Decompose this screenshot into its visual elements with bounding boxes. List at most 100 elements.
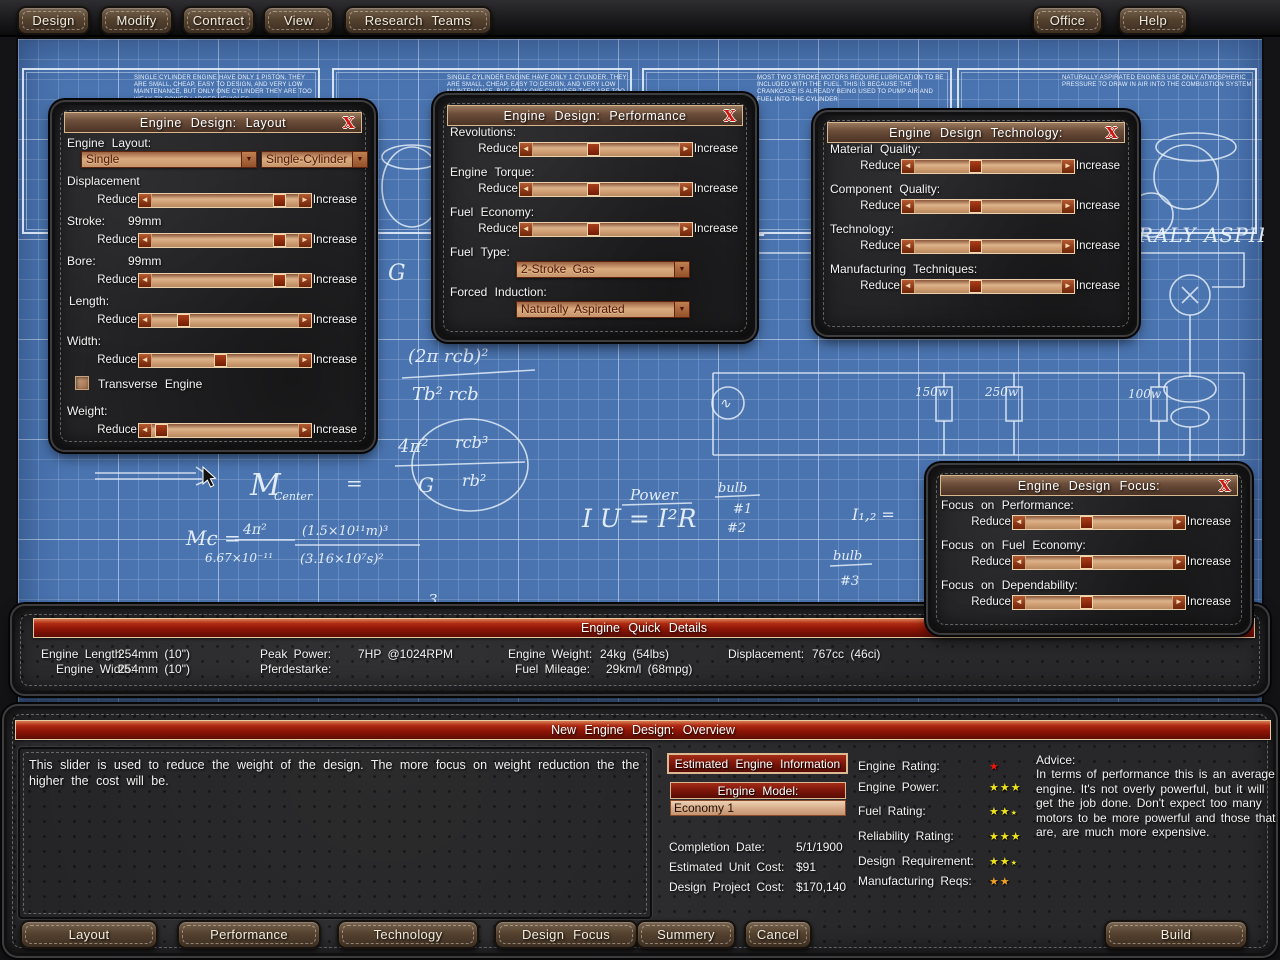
left-arrow-icon[interactable]: ◄ xyxy=(902,240,915,253)
left-arrow-icon[interactable]: ◄ xyxy=(520,183,533,196)
menu-button-help[interactable]: Help xyxy=(1118,6,1188,35)
width-slider[interactable]: Reduce ◄► Increase xyxy=(97,352,357,368)
menu-button-view[interactable]: View xyxy=(263,6,334,35)
slider-track[interactable] xyxy=(152,314,298,327)
slider-track[interactable] xyxy=(152,274,298,287)
slider-body[interactable]: ◄► xyxy=(1012,515,1186,530)
slider-body[interactable]: ◄► xyxy=(138,353,312,368)
slider-thumb[interactable] xyxy=(273,274,286,287)
close-icon[interactable]: X xyxy=(721,107,739,125)
slider-track[interactable] xyxy=(915,240,1061,253)
slider-track[interactable] xyxy=(152,424,298,437)
slider-body[interactable]: ◄► xyxy=(519,142,693,157)
left-arrow-icon[interactable]: ◄ xyxy=(1013,596,1026,609)
left-arrow-icon[interactable]: ◄ xyxy=(520,143,533,156)
footer-button-cancel[interactable]: Cancel xyxy=(744,920,812,949)
right-arrow-icon[interactable]: ► xyxy=(1061,160,1074,173)
slider-thumb[interactable] xyxy=(273,194,286,207)
stroke-slider[interactable]: Reduce ◄► Increase xyxy=(97,232,357,248)
right-arrow-icon[interactable]: ► xyxy=(298,194,311,207)
slider-body[interactable]: ◄► xyxy=(1012,555,1186,570)
right-arrow-icon[interactable]: ► xyxy=(679,143,692,156)
slider-thumb[interactable] xyxy=(1080,516,1093,529)
right-arrow-icon[interactable]: ► xyxy=(1172,516,1185,529)
slider-thumb[interactable] xyxy=(969,240,982,253)
slider-body[interactable]: ◄► xyxy=(138,233,312,248)
transverse-engine-checkbox[interactable] xyxy=(75,376,89,390)
slider-thumb[interactable] xyxy=(214,354,227,367)
chevron-down-icon[interactable]: ▼ xyxy=(674,302,689,317)
close-icon[interactable]: X xyxy=(1216,477,1234,495)
slider-body[interactable]: ◄► xyxy=(138,423,312,438)
slider-thumb[interactable] xyxy=(155,424,168,437)
slider-track[interactable] xyxy=(152,354,298,367)
engine-model-input[interactable] xyxy=(670,800,846,816)
chevron-down-icon[interactable]: ▼ xyxy=(241,152,256,167)
revolutions-slider[interactable]: Reduce ◄► Increase xyxy=(478,141,738,157)
right-arrow-icon[interactable]: ► xyxy=(679,183,692,196)
right-arrow-icon[interactable]: ► xyxy=(298,354,311,367)
slider-body[interactable]: ◄► xyxy=(138,313,312,328)
slider-thumb[interactable] xyxy=(587,223,600,236)
menu-button-research-teams[interactable]: Research Teams xyxy=(344,6,492,35)
displacement-slider[interactable]: Reduce ◄► Increase xyxy=(97,192,357,208)
slider-body[interactable]: ◄► xyxy=(138,193,312,208)
fuel-economy-slider[interactable]: Reduce ◄► Increase xyxy=(478,221,738,237)
slider-thumb[interactable] xyxy=(969,160,982,173)
right-arrow-icon[interactable]: ► xyxy=(1061,280,1074,293)
menu-button-contract[interactable]: Contract xyxy=(182,6,255,35)
slider-track[interactable] xyxy=(915,200,1061,213)
focus-dependability-slider[interactable]: Reduce ◄► Increase xyxy=(971,594,1231,610)
fuel-type-dropdown[interactable]: 2-Stroke Gas ▼ xyxy=(516,261,690,278)
right-arrow-icon[interactable]: ► xyxy=(1172,556,1185,569)
slider-track[interactable] xyxy=(152,234,298,247)
manufacturing-techniques-slider[interactable]: Reduce ◄► Increase xyxy=(860,278,1120,294)
menu-button-modify[interactable]: Modify xyxy=(100,6,173,35)
slider-thumb[interactable] xyxy=(1080,596,1093,609)
slider-body[interactable]: ◄► xyxy=(901,199,1075,214)
chevron-down-icon[interactable]: ▼ xyxy=(674,262,689,277)
weight-slider[interactable]: Reduce ◄► Increase xyxy=(97,422,357,438)
right-arrow-icon[interactable]: ► xyxy=(1061,240,1074,253)
slider-track[interactable] xyxy=(1026,596,1172,609)
slider-track[interactable] xyxy=(915,160,1061,173)
left-arrow-icon[interactable]: ◄ xyxy=(902,200,915,213)
material-quality-slider[interactable]: Reduce ◄► Increase xyxy=(860,158,1120,174)
footer-button-summery[interactable]: Summery xyxy=(636,920,736,949)
slider-thumb[interactable] xyxy=(969,200,982,213)
right-arrow-icon[interactable]: ► xyxy=(298,274,311,287)
technology-slider[interactable]: Reduce ◄► Increase xyxy=(860,238,1120,254)
left-arrow-icon[interactable]: ◄ xyxy=(902,160,915,173)
forced-induction-dropdown[interactable]: Naturally Aspirated ▼ xyxy=(516,301,690,318)
footer-button-design-focus[interactable]: Design Focus xyxy=(494,920,638,949)
slider-thumb[interactable] xyxy=(587,143,600,156)
component-quality-slider[interactable]: Reduce ◄► Increase xyxy=(860,198,1120,214)
slider-body[interactable]: ◄► xyxy=(901,159,1075,174)
slider-body[interactable]: ◄► xyxy=(901,239,1075,254)
footer-button-build[interactable]: Build xyxy=(1104,920,1248,949)
engine-torque-slider[interactable]: Reduce ◄► Increase xyxy=(478,181,738,197)
slider-body[interactable]: ◄► xyxy=(138,273,312,288)
left-arrow-icon[interactable]: ◄ xyxy=(139,424,152,437)
left-arrow-icon[interactable]: ◄ xyxy=(139,234,152,247)
bore-slider[interactable]: Reduce ◄► Increase xyxy=(97,272,357,288)
chevron-down-icon[interactable]: ▼ xyxy=(352,152,367,167)
slider-track[interactable] xyxy=(1026,516,1172,529)
slider-body[interactable]: ◄► xyxy=(1012,595,1186,610)
slider-body[interactable]: ◄► xyxy=(519,222,693,237)
slider-track[interactable] xyxy=(152,194,298,207)
left-arrow-icon[interactable]: ◄ xyxy=(139,354,152,367)
slider-track[interactable] xyxy=(915,280,1061,293)
left-arrow-icon[interactable]: ◄ xyxy=(520,223,533,236)
right-arrow-icon[interactable]: ► xyxy=(298,424,311,437)
footer-button-technology[interactable]: Technology xyxy=(337,920,479,949)
footer-button-performance[interactable]: Performance xyxy=(177,920,321,949)
engine-layout-dropdown[interactable]: Single ▼ xyxy=(81,151,257,168)
focus-fuel-economy-slider[interactable]: Reduce ◄► Increase xyxy=(971,554,1231,570)
close-icon[interactable]: X xyxy=(1103,124,1121,142)
close-icon[interactable]: X xyxy=(340,114,358,132)
slider-thumb[interactable] xyxy=(273,234,286,247)
slider-track[interactable] xyxy=(1026,556,1172,569)
left-arrow-icon[interactable]: ◄ xyxy=(139,314,152,327)
left-arrow-icon[interactable]: ◄ xyxy=(1013,516,1026,529)
